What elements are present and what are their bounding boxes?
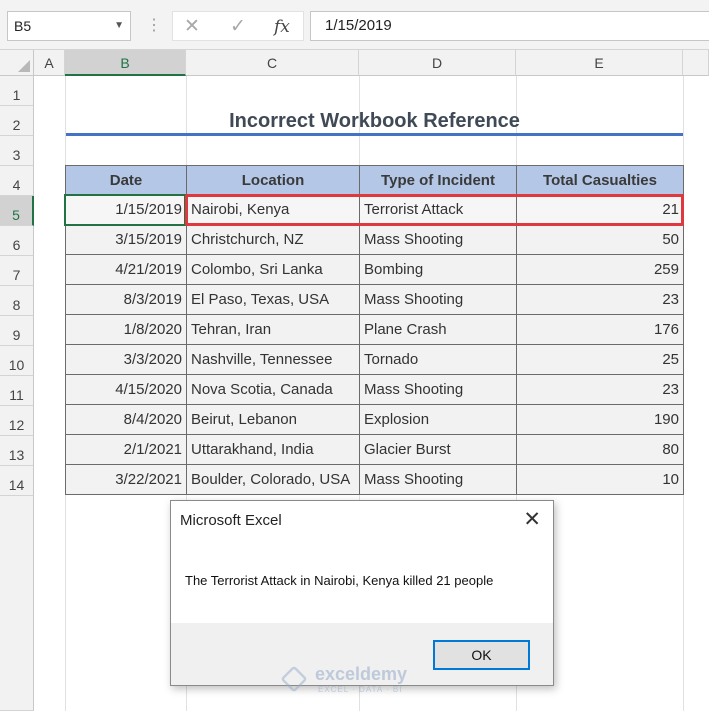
dialog-body: The Terrorist Attack in Nairobi, Kenya k…: [171, 541, 553, 623]
date-cell[interactable]: 3/15/2019: [65, 224, 187, 255]
watermark-tagline: EXCEL · DATA · BI: [318, 685, 403, 694]
date-cell[interactable]: 8/3/2019: [65, 284, 187, 315]
location-cell[interactable]: Beirut, Lebanon: [186, 404, 360, 435]
column-header-e[interactable]: E: [516, 50, 683, 76]
header-incident-type[interactable]: Type of Incident: [359, 165, 517, 195]
table-row: 2/1/2021 Uttarakhand, India Glacier Burst 8…: [65, 434, 684, 465]
row-header-10[interactable]: 10: [0, 346, 34, 376]
incident-cell[interactable]: Plane Crash: [359, 314, 517, 345]
formula-bar: B5 ▼ ⋮ ✕ ✓ fx 1/15/2019: [0, 0, 709, 50]
highlight-box: [185, 194, 684, 226]
title-underline: [66, 133, 683, 136]
active-cell-outline: [64, 194, 186, 226]
date-cell[interactable]: 4/21/2019: [65, 254, 187, 285]
location-cell[interactable]: El Paso, Texas, USA: [186, 284, 360, 315]
casualties-cell[interactable]: 80: [516, 434, 684, 465]
location-cell[interactable]: Colombo, Sri Lanka: [186, 254, 360, 285]
row-header-8[interactable]: 8: [0, 286, 34, 316]
select-all-corner[interactable]: [0, 50, 34, 76]
header-date[interactable]: Date: [65, 165, 187, 195]
table-row: 4/21/2019 Colombo, Sri Lanka Bombing 259: [65, 254, 684, 285]
casualties-cell[interactable]: 259: [516, 254, 684, 285]
table-row: 3/15/2019 Christchurch, NZ Mass Shooting 50: [65, 224, 684, 255]
incident-cell[interactable]: Glacier Burst: [359, 434, 517, 465]
column-header-d[interactable]: D: [359, 50, 516, 76]
sheet-title: Incorrect Workbook Reference: [229, 110, 520, 132]
incident-cell[interactable]: Tornado: [359, 344, 517, 375]
row-header-9[interactable]: 9: [0, 316, 34, 346]
row-header-7[interactable]: 7: [0, 256, 34, 286]
row-header-14[interactable]: 14: [0, 466, 34, 496]
incident-cell[interactable]: Mass Shooting: [359, 284, 517, 315]
table-row: 4/15/2020 Nova Scotia, Canada Mass Shootin…: [65, 374, 684, 405]
watermark-name: exceldemy: [315, 664, 408, 684]
column-header-c[interactable]: C: [186, 50, 359, 76]
cancel-icon[interactable]: ✕: [184, 12, 200, 42]
row-header-6[interactable]: 6: [0, 226, 34, 256]
logo-icon: [280, 665, 308, 693]
location-cell[interactable]: Nashville, Tennessee: [186, 344, 360, 375]
casualties-cell[interactable]: 190: [516, 404, 684, 435]
casualties-cell[interactable]: 50: [516, 224, 684, 255]
formula-input[interactable]: 1/15/2019: [310, 11, 709, 41]
incident-cell[interactable]: Mass Shooting: [359, 224, 517, 255]
date-cell[interactable]: 3/22/2021: [65, 464, 187, 495]
location-cell[interactable]: Boulder, Colorado, USA: [186, 464, 360, 495]
date-cell[interactable]: 4/15/2020: [65, 374, 187, 405]
row-header-13[interactable]: 13: [0, 436, 34, 466]
incident-cell[interactable]: Bombing: [359, 254, 517, 285]
date-cell[interactable]: 2/1/2021: [65, 434, 187, 465]
row-header-5[interactable]: 5: [0, 196, 34, 226]
table-row: 3/3/2020 Nashville, Tennessee Tornado 25: [65, 344, 684, 375]
row-header-4[interactable]: 4: [0, 166, 34, 196]
row-header-filler: [0, 496, 34, 711]
column-header-a[interactable]: A: [34, 50, 65, 76]
close-icon[interactable]: ✕: [523, 509, 541, 531]
date-cell[interactable]: 1/8/2020: [65, 314, 187, 345]
name-box-value: B5: [14, 18, 32, 34]
insert-function-icon[interactable]: fx: [274, 12, 290, 42]
row-header-11[interactable]: 11: [0, 376, 34, 406]
table-row: 1/8/2020 Tehran, Iran Plane Crash 176: [65, 314, 684, 345]
column-header-filler: [683, 50, 709, 76]
casualties-cell[interactable]: 23: [516, 374, 684, 405]
chevron-down-icon[interactable]: ▼: [114, 12, 124, 40]
message-dialog: Microsoft Excel ✕ The Terrorist Attack i…: [170, 500, 554, 686]
date-cell[interactable]: 3/3/2020: [65, 344, 187, 375]
name-box[interactable]: B5 ▼: [7, 11, 131, 41]
row-header-1[interactable]: 1: [0, 76, 34, 106]
casualties-cell[interactable]: 10: [516, 464, 684, 495]
row-header-3[interactable]: 3: [0, 136, 34, 166]
formula-buttons: ✕ ✓ fx: [172, 11, 304, 41]
location-cell[interactable]: Uttarakhand, India: [186, 434, 360, 465]
column-header-b[interactable]: B: [65, 50, 186, 76]
location-cell[interactable]: Christchurch, NZ: [186, 224, 360, 255]
casualties-cell[interactable]: 23: [516, 284, 684, 315]
location-cell[interactable]: Tehran, Iran: [186, 314, 360, 345]
watermark-logo: exceldemy EXCEL · DATA · BI: [280, 664, 432, 696]
casualties-cell[interactable]: 176: [516, 314, 684, 345]
header-total-casualties[interactable]: Total Casualties: [516, 165, 684, 195]
ok-button[interactable]: OK: [433, 640, 530, 670]
incident-cell[interactable]: Mass Shooting: [359, 374, 517, 405]
location-cell[interactable]: Nova Scotia, Canada: [186, 374, 360, 405]
table-body: 1/15/2019 Nairobi, Kenya Terrorist Attack 2…: [65, 194, 684, 495]
row-header-2[interactable]: 2: [0, 106, 34, 136]
dialog-title: Microsoft Excel: [180, 512, 282, 529]
date-cell[interactable]: 8/4/2020: [65, 404, 187, 435]
table-row: 8/3/2019 El Paso, Texas, USA Mass Shooting…: [65, 284, 684, 315]
enter-icon[interactable]: ✓: [230, 12, 246, 42]
row-header-12[interactable]: 12: [0, 406, 34, 436]
dialog-message: The Terrorist Attack in Nairobi, Kenya k…: [185, 573, 494, 588]
incident-cell[interactable]: Explosion: [359, 404, 517, 435]
incident-cell[interactable]: Mass Shooting: [359, 464, 517, 495]
table-row: 8/4/2020 Beirut, Lebanon Explosion 190: [65, 404, 684, 435]
drag-handle-icon[interactable]: ⋮: [146, 14, 162, 38]
table-row: 3/22/2021 Boulder, Colorado, USA Mass Shoo…: [65, 464, 684, 495]
casualties-cell[interactable]: 25: [516, 344, 684, 375]
header-location[interactable]: Location: [186, 165, 360, 195]
table-header-row: Date Location Type of Incident Total Cas…: [65, 165, 684, 195]
dialog-header: Microsoft Excel ✕: [171, 501, 553, 541]
